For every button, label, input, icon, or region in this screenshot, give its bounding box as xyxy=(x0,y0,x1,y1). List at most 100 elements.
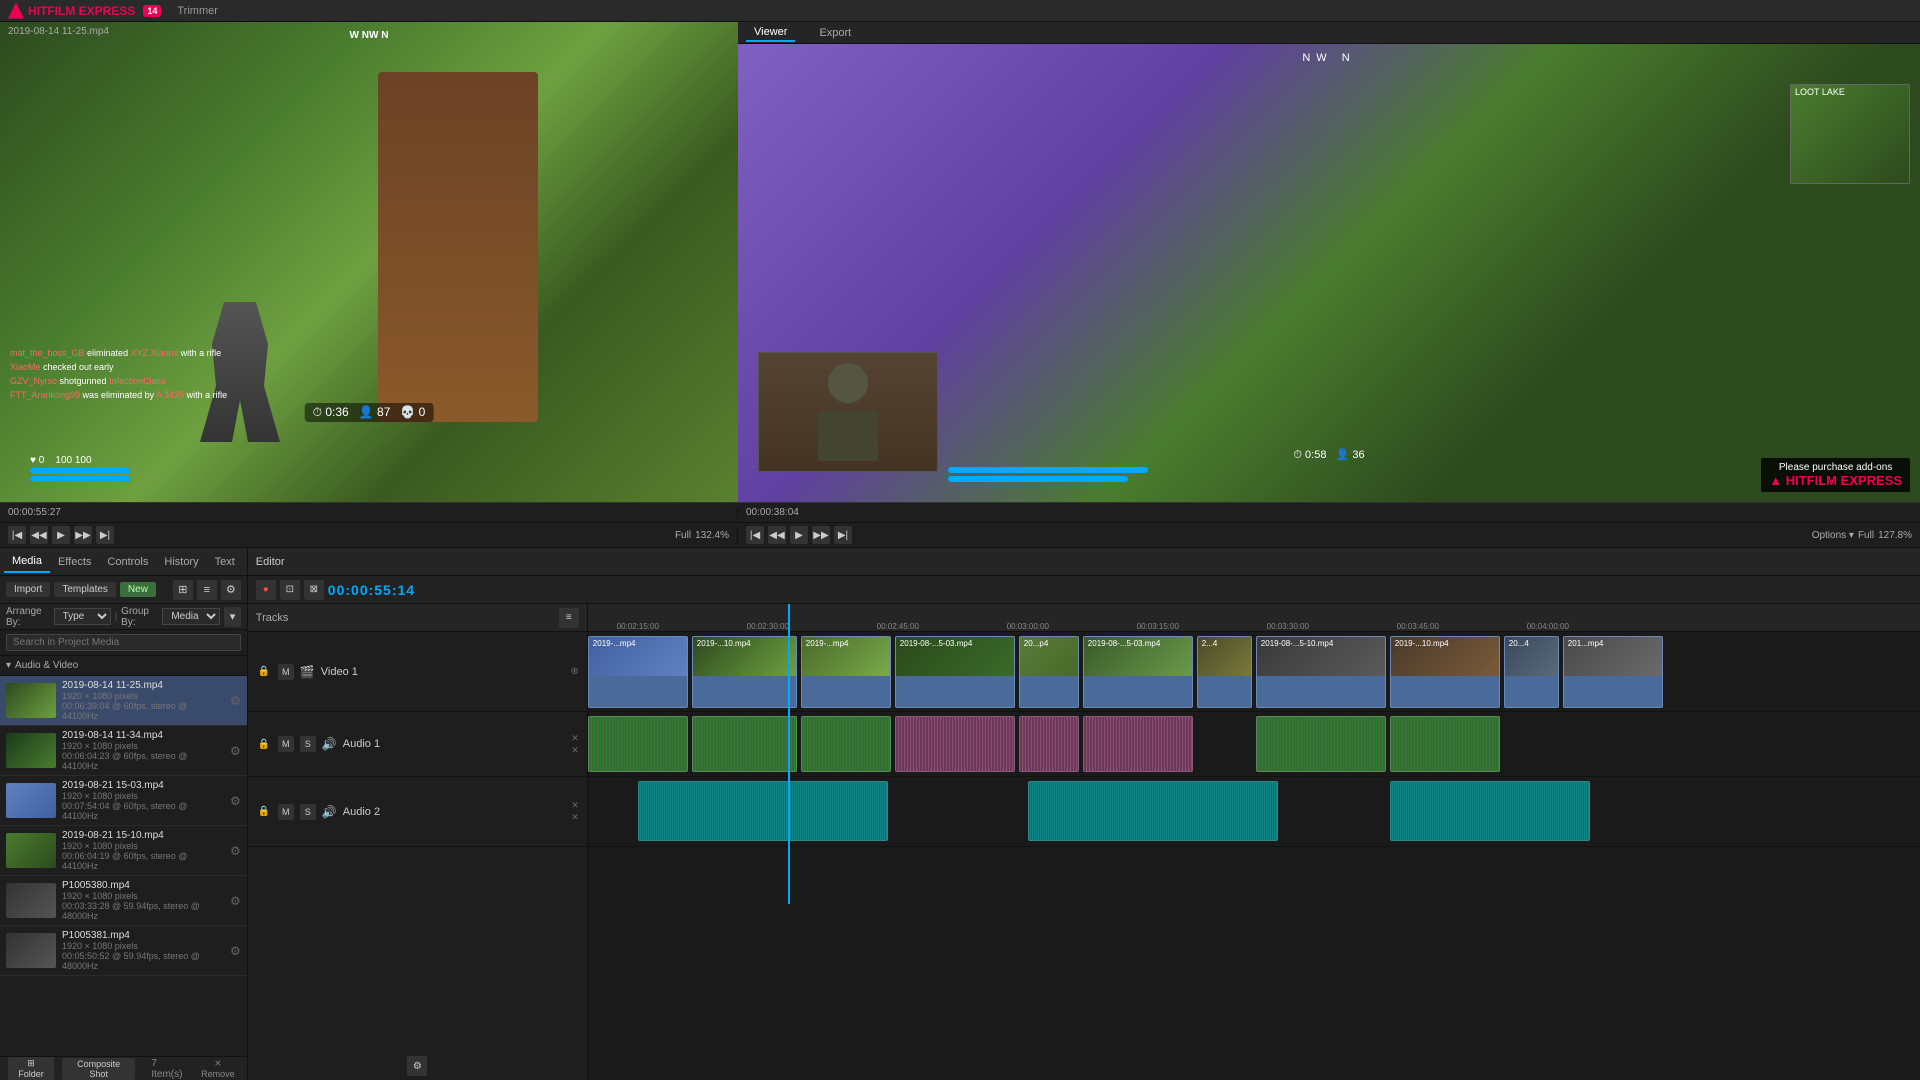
audio2-clip-3[interactable] xyxy=(1390,781,1590,841)
audio1-clip-3[interactable] xyxy=(801,716,891,772)
viewer-skip-end-btn[interactable]: ▶| xyxy=(834,526,852,544)
viewer-play-btn[interactable]: ▶ xyxy=(790,526,808,544)
add-track-btn[interactable]: ≡ xyxy=(559,608,579,628)
viewer-prev-frame-btn[interactable]: ◀◀ xyxy=(768,526,786,544)
audio1-clip-1[interactable] xyxy=(588,716,688,772)
search-bar xyxy=(0,630,247,656)
trimmer-next-frame-btn[interactable]: ▶▶ xyxy=(74,526,92,544)
list-view-btn[interactable]: ≡ xyxy=(197,580,217,600)
viewer-panel: Viewer Export NW N LOOT LAKE xyxy=(738,22,1920,502)
audio2-track-lock-btn[interactable]: 🔒 xyxy=(256,804,272,820)
arrange-by-select[interactable]: Type Name Date xyxy=(54,608,111,625)
media-item-1[interactable]: 2019-08-14 11-25.mp4 1920 × 1080 pixels … xyxy=(0,676,247,726)
trimmer-skip-start-btn[interactable]: |◀ xyxy=(8,526,26,544)
audio1-track-lock-btn[interactable]: 🔒 xyxy=(256,736,272,752)
track-bottom-btn[interactable]: ⚙ xyxy=(407,1056,427,1076)
tab-effects[interactable]: Effects xyxy=(50,552,99,572)
video-clip-3[interactable]: 2019-...mp4 xyxy=(801,636,891,708)
audio1-clip-4[interactable] xyxy=(895,716,1015,772)
media-item-3[interactable]: 2019-08-21 15-03.mp4 1920 × 1080 pixels … xyxy=(0,776,247,826)
audio2-clip-1[interactable] xyxy=(638,781,888,841)
audio2-track-mute-btn[interactable]: M xyxy=(278,804,294,820)
folder-toggle-icon[interactable]: ▾ xyxy=(6,660,11,671)
video-clip-7[interactable]: 2...4 xyxy=(1197,636,1252,708)
compass-label: W NW N xyxy=(350,30,389,41)
media-footer: ⊞ Folder Composite Shot 7 Item(s) ⨯ Remo… xyxy=(0,1056,247,1080)
media-item-2[interactable]: 2019-08-14 11-34.mp4 1920 × 1080 pixels … xyxy=(0,726,247,776)
audio1-clip-8[interactable] xyxy=(1256,716,1386,772)
video-clip-10[interactable]: 20...4 xyxy=(1504,636,1559,708)
media-gear-3[interactable]: ⚙ xyxy=(230,794,241,808)
media-gear-1[interactable]: ⚙ xyxy=(230,694,241,708)
media-settings-btn[interactable]: ⚙ xyxy=(221,580,241,600)
audio1-clip-2[interactable] xyxy=(692,716,797,772)
logo-triangle-icon xyxy=(8,3,24,19)
video-clip-8[interactable]: 2019-08-...5-10.mp4 xyxy=(1256,636,1386,708)
new-button[interactable]: New xyxy=(120,582,156,597)
trimmer-overlay: W NW N mat_the_boss_GB eliminated XYZ Xi… xyxy=(0,22,738,502)
trimmer-panel: 2019-08-14 11-25.mp4 W NW N mat_the_boss… xyxy=(0,22,738,502)
video-clip-9[interactable]: 2019-...10.mp4 xyxy=(1390,636,1500,708)
remove-button[interactable]: ⨯ Remove xyxy=(197,1058,239,1079)
video-clip-4[interactable]: 2019-08-...5-03.mp4 xyxy=(895,636,1015,708)
ed-magnet-btn[interactable]: ⊠ xyxy=(304,580,324,600)
loot-lake-label: LOOT LAKE xyxy=(1791,85,1909,99)
media-item-4[interactable]: 2019-08-21 15-10.mp4 1920 × 1080 pixels … xyxy=(0,826,247,876)
grid-view-btn[interactable]: ⊞ xyxy=(173,580,193,600)
tab-text[interactable]: Text xyxy=(207,552,243,572)
editor-title: Editor xyxy=(256,556,285,568)
trimmer-filename: 2019-08-14 11-25.mp4 xyxy=(8,26,109,37)
video-clip-5[interactable]: 20...p4 xyxy=(1019,636,1079,708)
trimmer-zoom-label: Full xyxy=(675,530,691,541)
promo-badge: Please purchase add-ons ▲ HITFILM EXPRES… xyxy=(1761,458,1910,492)
audio1-clip-5[interactable] xyxy=(1019,716,1079,772)
audio1-track-mute-btn[interactable]: M xyxy=(278,736,294,752)
templates-button[interactable]: Templates xyxy=(54,582,116,597)
tab-media[interactable]: Media xyxy=(4,551,50,573)
media-gear-2[interactable]: ⚙ xyxy=(230,744,241,758)
media-item-6[interactable]: P1005381.mp4 1920 × 1080 pixels 00:05:50… xyxy=(0,926,247,976)
media-item-5[interactable]: P1005380.mp4 1920 × 1080 pixels 00:03:33… xyxy=(0,876,247,926)
viewer-next-frame-btn[interactable]: ▶▶ xyxy=(812,526,830,544)
tab-history[interactable]: History xyxy=(156,552,206,572)
viewer-skip-start-btn[interactable]: |◀ xyxy=(746,526,764,544)
composite-button[interactable]: Composite Shot xyxy=(62,1058,135,1080)
media-gear-4[interactable]: ⚙ xyxy=(230,844,241,858)
media-info-6: P1005381.mp4 1920 × 1080 pixels 00:05:50… xyxy=(62,930,224,971)
hud-health: ♥ 0 100 100 xyxy=(30,455,130,482)
track-controls: Tracks ≡ 🔒 M 🎬 Video 1 ⊕ 🔒 xyxy=(248,604,588,1080)
audio2-track-solo-btn[interactable]: S xyxy=(300,804,316,820)
tab-viewer[interactable]: Viewer xyxy=(746,24,795,42)
audio1-track-solo-btn[interactable]: S xyxy=(300,736,316,752)
video-clip-2[interactable]: 2019-...10.mp4 xyxy=(692,636,797,708)
video-clip-1[interactable]: 2019-...mp4 xyxy=(588,636,688,708)
track-header: Tracks ≡ xyxy=(248,604,587,632)
tab-controls[interactable]: Controls xyxy=(99,552,156,572)
trimmer-play-btn[interactable]: ▶ xyxy=(52,526,70,544)
audio2-clip-2[interactable] xyxy=(1028,781,1278,841)
audio1-clip-9[interactable] xyxy=(1390,716,1500,772)
search-input[interactable] xyxy=(6,634,241,651)
group-by-select[interactable]: Media None xyxy=(162,608,220,625)
ed-record-btn[interactable]: ● xyxy=(256,580,276,600)
video-clip-11[interactable]: 201...mp4 xyxy=(1563,636,1663,708)
import-button[interactable]: Import xyxy=(6,582,50,597)
timeline-ruler: 00:02:15:00 00:02:30:00 00:02:45:00 00:0… xyxy=(588,604,1920,632)
face-cam xyxy=(758,352,938,472)
filter-btn[interactable]: ▾ xyxy=(224,607,241,627)
audio1-clip-6[interactable] xyxy=(1083,716,1193,772)
media-toolbar: Import Templates New ⊞ ≡ ⚙ xyxy=(0,576,247,604)
tab-export[interactable]: Export xyxy=(811,25,859,41)
trimmer-prev-frame-btn[interactable]: ◀◀ xyxy=(30,526,48,544)
video-clip-6[interactable]: 2019-08-...5-03.mp4 xyxy=(1083,636,1193,708)
media-gear-5[interactable]: ⚙ xyxy=(230,894,241,908)
video-track-lock-btn[interactable]: 🔒 xyxy=(256,664,272,680)
ed-snap-btn[interactable]: ⊡ xyxy=(280,580,300,600)
audio1-clip-8-wave xyxy=(1257,717,1385,771)
media-meta2-5: 00:03:33:28 @ 59.94fps, stereo @ 48000Hz xyxy=(62,901,224,921)
media-meta2-1: 00:06:39:04 @ 60fps, stereo @ 44100Hz xyxy=(62,701,224,721)
trimmer-skip-end-btn[interactable]: ▶| xyxy=(96,526,114,544)
folder-button[interactable]: ⊞ Folder xyxy=(8,1057,54,1080)
media-gear-6[interactable]: ⚙ xyxy=(230,944,241,958)
video-track-mute-btn[interactable]: M xyxy=(278,664,294,680)
